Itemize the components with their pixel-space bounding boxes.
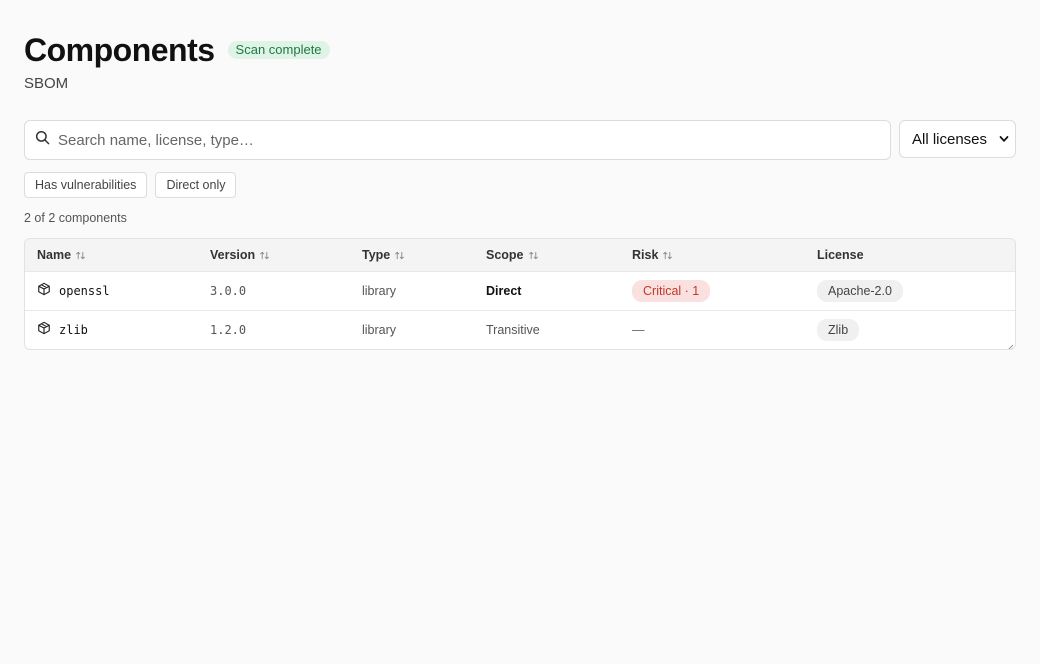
status-badge: Scan complete bbox=[227, 41, 330, 59]
cell-type: library bbox=[362, 283, 397, 298]
result-count: 2 of 2 components bbox=[24, 211, 127, 225]
column-header-label: Type bbox=[362, 247, 391, 262]
column-header-type[interactable]: Type bbox=[350, 239, 474, 272]
column-header-risk[interactable]: Risk bbox=[620, 239, 805, 272]
column-header-license: License bbox=[805, 239, 1015, 272]
cell-scope: Direct bbox=[486, 283, 522, 298]
column-header-label: Risk bbox=[632, 247, 659, 262]
sort-icon[interactable] bbox=[528, 250, 539, 261]
cell-risk: Critical · 1 bbox=[620, 271, 805, 310]
search-input[interactable] bbox=[58, 125, 858, 155]
cell-name: openssl bbox=[25, 271, 198, 310]
search-row: All licenses bbox=[24, 120, 1016, 160]
column-header-version[interactable]: Version bbox=[198, 239, 350, 272]
resize-handle-icon[interactable] bbox=[1005, 339, 1014, 349]
sort-icon[interactable] bbox=[394, 250, 405, 261]
components-page: Components Scan complete SBOM All licens… bbox=[0, 0, 1040, 350]
component-name[interactable]: zlib bbox=[59, 323, 88, 337]
license-select-value: All licenses bbox=[912, 130, 988, 148]
cell-license: Apache-2.0 bbox=[805, 271, 1015, 310]
package-icon bbox=[37, 282, 59, 299]
cell-name: zlib bbox=[25, 309, 198, 349]
package-icon bbox=[37, 321, 59, 338]
component-name[interactable]: openssl bbox=[59, 284, 110, 298]
table-header-row: Name Version Type Scope Risk License bbox=[25, 239, 1015, 272]
search-icon bbox=[35, 130, 50, 150]
risk-badge: Critical · 1 bbox=[632, 279, 711, 302]
cell-scope: Transitive bbox=[474, 309, 620, 349]
column-header-label: Version bbox=[210, 247, 256, 262]
license-badge: Apache-2.0 bbox=[817, 279, 903, 302]
license-badge: Zlib bbox=[817, 318, 860, 341]
sort-icon[interactable] bbox=[75, 250, 86, 261]
components-table: Name Version Type Scope Risk License ope… bbox=[24, 238, 1016, 350]
cell-risk: — bbox=[620, 309, 805, 349]
column-header-scope[interactable]: Scope bbox=[474, 239, 620, 272]
column-header-name[interactable]: Name bbox=[25, 239, 198, 272]
filter-chip-direct-only[interactable]: Direct only bbox=[155, 172, 237, 198]
column-header-label: License bbox=[817, 247, 864, 262]
chevron-down-icon bbox=[999, 131, 1009, 148]
table-row[interactable]: zlib 1.2.0 library Transitive — Zlib bbox=[25, 309, 1015, 349]
column-header-label: Scope bbox=[486, 247, 524, 262]
search-box[interactable] bbox=[24, 120, 891, 160]
license-select[interactable]: All licenses bbox=[899, 120, 1016, 158]
sort-icon[interactable] bbox=[662, 250, 673, 261]
cell-type: library bbox=[350, 309, 474, 349]
table-row[interactable]: openssl 3.0.0 library Direct Critical · … bbox=[25, 271, 1015, 310]
title-row: Components Scan complete bbox=[24, 32, 1016, 68]
page-title: Components bbox=[24, 32, 215, 68]
cell-license: Zlib bbox=[805, 309, 1015, 349]
sort-icon[interactable] bbox=[259, 250, 270, 261]
cell-version: 1.2.0 bbox=[198, 309, 350, 349]
filter-chips: Has vulnerabilities Direct only bbox=[24, 172, 1016, 198]
cell-version: 3.0.0 bbox=[210, 283, 247, 298]
filter-chip-has-vulnerabilities[interactable]: Has vulnerabilities bbox=[24, 172, 148, 198]
column-header-label: Name bbox=[37, 247, 72, 262]
page-subtitle: SBOM bbox=[24, 75, 69, 92]
